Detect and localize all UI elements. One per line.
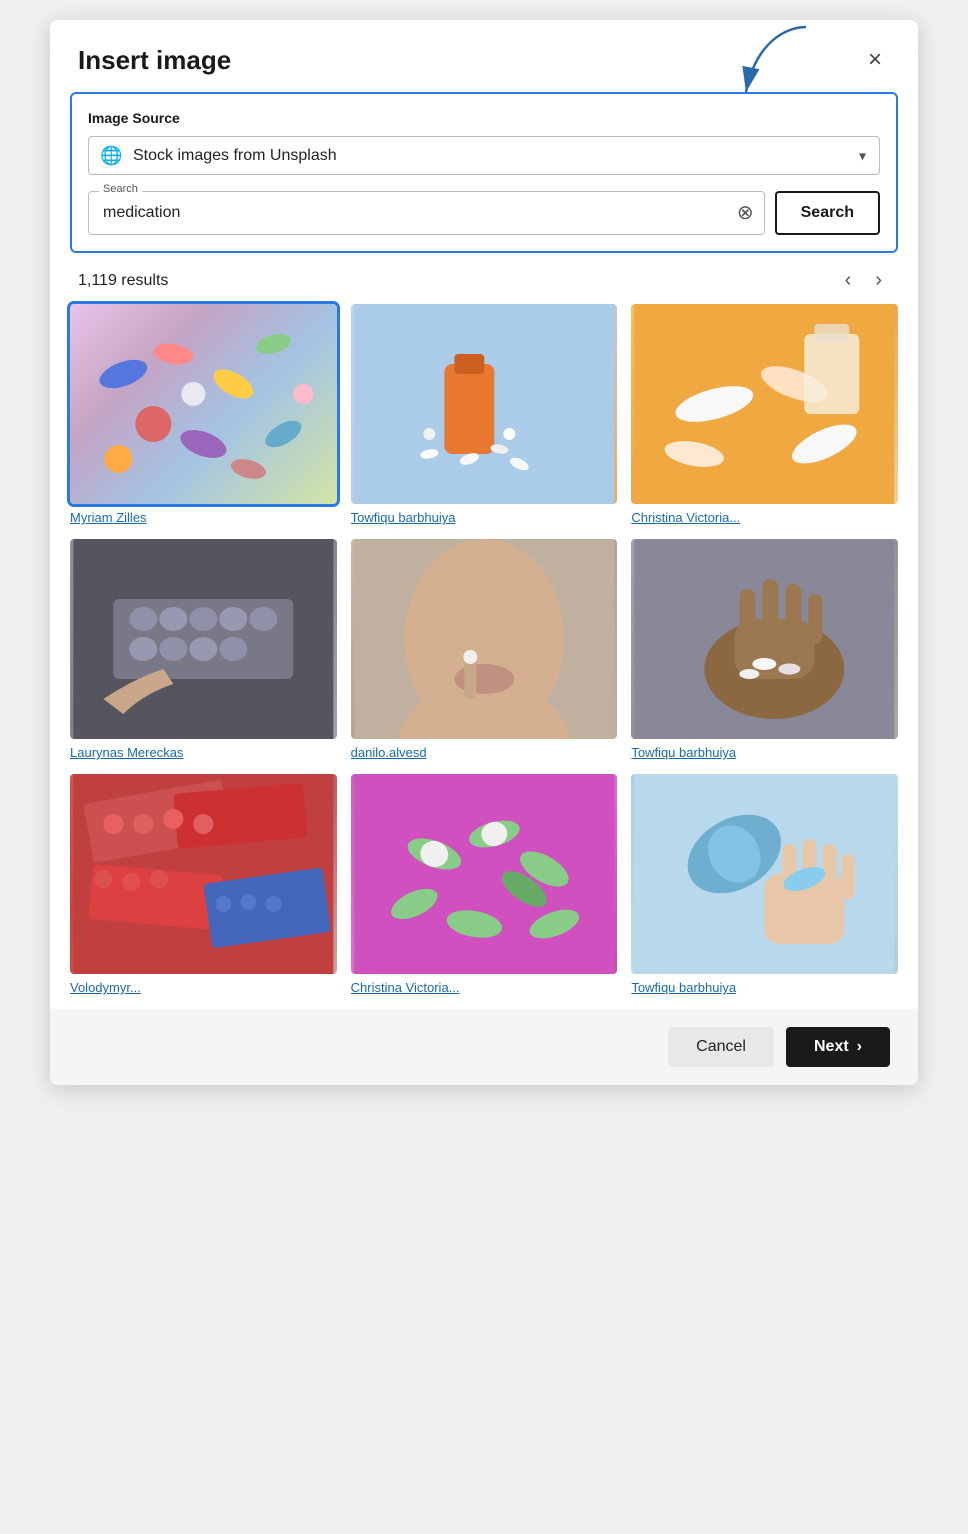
search-input[interactable] <box>89 192 764 234</box>
image-caption[interactable]: Christina Victoria... <box>351 980 618 995</box>
image-caption[interactable]: Towfiqu barbhuiya <box>631 745 898 760</box>
next-page-button[interactable]: › <box>867 267 890 294</box>
image-grid: Myriam Zilles Towfiqu barbhuiya <box>50 304 918 995</box>
list-item[interactable]: Laurynas Mereckas <box>70 539 337 760</box>
image-caption[interactable]: Laurynas Mereckas <box>70 745 337 760</box>
pagination-buttons: ‹ › <box>837 267 890 294</box>
list-item[interactable]: Myriam Zilles <box>70 304 337 525</box>
list-item[interactable]: Towfiqu barbhuiya <box>351 304 618 525</box>
image-thumbnail[interactable] <box>70 539 337 739</box>
image-source-select[interactable]: Stock images from Unsplash Upload from c… <box>88 136 880 175</box>
list-item[interactable]: Volodymyr... <box>70 774 337 995</box>
clear-search-button[interactable]: ⊗ <box>737 203 754 223</box>
dialog-title: Insert image <box>78 45 231 76</box>
dialog-header: Insert image × <box>50 20 918 92</box>
image-thumbnail[interactable] <box>351 304 618 504</box>
next-button[interactable]: Next › <box>786 1027 890 1067</box>
image-thumbnail[interactable] <box>351 774 618 974</box>
image-caption[interactable]: danilo.alvesd <box>351 745 618 760</box>
image-caption[interactable]: Volodymyr... <box>70 980 337 995</box>
list-item[interactable]: danilo.alvesd <box>351 539 618 760</box>
search-input-wrapper: Search ⊗ <box>88 191 765 235</box>
image-source-section: Image Source 🌐 Stock images from Unsplas… <box>70 92 898 253</box>
image-thumbnail[interactable] <box>70 774 337 974</box>
close-button[interactable]: × <box>860 44 890 76</box>
cancel-button[interactable]: Cancel <box>668 1027 774 1067</box>
list-item[interactable]: Christina Victoria... <box>631 304 898 525</box>
search-row: Search ⊗ Search <box>88 191 880 235</box>
image-caption[interactable]: Christina Victoria... <box>631 510 898 525</box>
image-thumbnail[interactable] <box>631 774 898 974</box>
list-item[interactable]: Christina Victoria... <box>351 774 618 995</box>
dialog-footer: Cancel Next › <box>50 1009 918 1085</box>
list-item[interactable]: Towfiqu barbhuiya <box>631 539 898 760</box>
image-thumbnail[interactable] <box>70 304 337 504</box>
image-caption[interactable]: Myriam Zilles <box>70 510 337 525</box>
image-caption[interactable]: Towfiqu barbhuiya <box>351 510 618 525</box>
prev-page-button[interactable]: ‹ <box>837 267 860 294</box>
source-select-wrapper: 🌐 Stock images from Unsplash Upload from… <box>88 136 880 175</box>
results-count: 1,119 results <box>78 272 168 290</box>
search-button[interactable]: Search <box>775 191 880 235</box>
insert-image-dialog: Insert image × Image Source 🌐 Stock imag… <box>50 20 918 1085</box>
image-thumbnail[interactable] <box>351 539 618 739</box>
next-arrow-icon: › <box>857 1038 862 1056</box>
image-thumbnail[interactable] <box>631 539 898 739</box>
image-caption[interactable]: Towfiqu barbhuiya <box>631 980 898 995</box>
search-float-label: Search <box>99 183 142 195</box>
results-bar: 1,119 results ‹ › <box>50 253 918 304</box>
source-label: Image Source <box>88 110 880 126</box>
list-item[interactable]: Towfiqu barbhuiya <box>631 774 898 995</box>
image-thumbnail[interactable] <box>631 304 898 504</box>
